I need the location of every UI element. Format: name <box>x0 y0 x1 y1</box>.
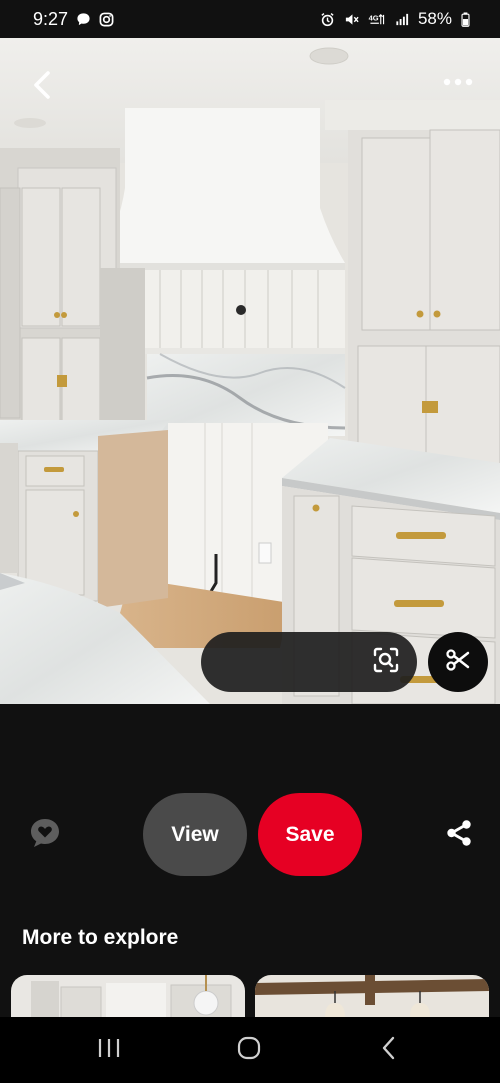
save-button[interactable]: Save <box>258 793 362 876</box>
share-icon <box>444 818 474 853</box>
home-button[interactable] <box>229 1033 269 1067</box>
react-button[interactable] <box>26 816 64 854</box>
lte-icon: 4G <box>368 12 386 27</box>
share-button[interactable] <box>440 816 478 854</box>
nav-back-icon <box>381 1036 397 1065</box>
instagram-icon <box>99 12 114 27</box>
view-button[interactable]: View <box>143 793 247 876</box>
message-icon <box>76 12 91 27</box>
recents-icon <box>97 1037 121 1064</box>
status-left: 9:27 <box>33 9 114 30</box>
pin-action-row: View Save <box>0 792 500 876</box>
more-to-explore-title: More to explore <box>22 926 179 949</box>
visual-search-icon <box>372 646 400 679</box>
battery-level: 58% <box>417 9 452 28</box>
home-icon <box>237 1036 261 1065</box>
svg-text:4G: 4G <box>369 13 379 22</box>
status-right: 4G 58% <box>320 9 470 29</box>
more-options-button[interactable] <box>436 68 480 94</box>
scissors-icon <box>445 647 471 678</box>
more-dots-icon <box>443 74 473 89</box>
back-button[interactable] <box>22 66 62 106</box>
alarm-icon <box>320 12 335 27</box>
signal-icon <box>395 12 409 27</box>
system-nav-bar <box>0 1017 500 1083</box>
heart-bubble-icon <box>28 816 62 855</box>
recents-button[interactable] <box>89 1033 129 1067</box>
battery-icon <box>461 11 470 27</box>
status-time: 9:27 <box>33 8 69 29</box>
status-bar: 9:27 4G 58% <box>0 0 500 38</box>
kitchen-photo <box>0 38 500 704</box>
crop-button[interactable] <box>428 632 488 692</box>
mute-icon <box>344 12 359 27</box>
system-back-button[interactable] <box>369 1033 409 1067</box>
back-arrow-icon <box>31 70 53 103</box>
pin-image[interactable] <box>0 38 500 704</box>
visual-search-button[interactable] <box>360 636 412 688</box>
